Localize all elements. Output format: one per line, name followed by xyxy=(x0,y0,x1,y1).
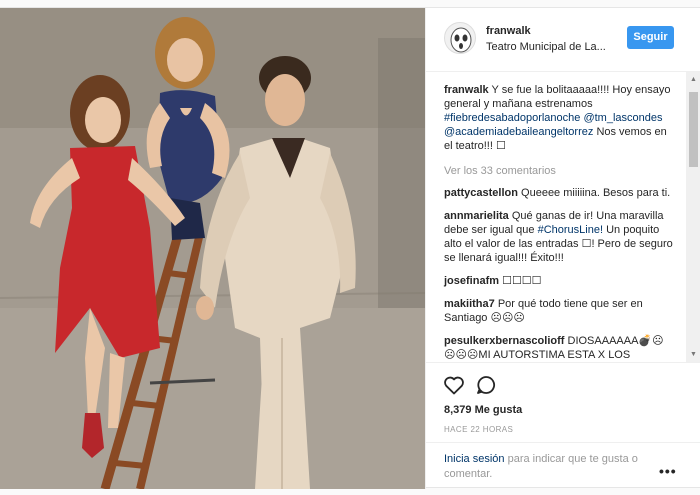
view-comments-link[interactable]: Ver los 33 comentarios xyxy=(444,165,688,177)
caption-mention-1[interactable]: @tm_lascondes xyxy=(583,112,662,124)
caption-username[interactable]: franwalk xyxy=(444,84,489,96)
comment-icon[interactable] xyxy=(474,373,498,397)
post-header: franwalk Teatro Municipal de La... Segui… xyxy=(426,8,700,72)
comment-username[interactable]: pesulkerxbernascolioff xyxy=(444,335,564,347)
heart-icon[interactable] xyxy=(442,373,466,397)
comment-username[interactable]: annmarielita xyxy=(444,210,509,222)
comment-username[interactable]: makiitha7 xyxy=(444,298,495,310)
follow-button[interactable]: Seguir xyxy=(627,26,674,49)
comment-hashtag[interactable]: #ChorusLine! xyxy=(538,224,603,236)
post-caption: franwalk Y se fue la bolitaaaaa!!!! Hoy … xyxy=(444,83,676,153)
comments-list: franwalk Y se fue la bolitaaaaa!!!! Hoy … xyxy=(426,72,688,362)
avatar[interactable] xyxy=(444,22,476,54)
post-timestamp[interactable]: HACE 22 HORAS xyxy=(444,425,513,434)
post-actions: 8,379 Me gusta HACE 22 HORAS xyxy=(426,362,700,442)
comment-username[interactable]: josefinafm xyxy=(444,275,499,287)
scroll-up-icon[interactable]: ▲ xyxy=(689,75,698,84)
photo-illustration xyxy=(0,8,425,489)
avatar-face-icon xyxy=(450,27,472,53)
login-prompt: Inicia sesión para indicar que te gusta … xyxy=(426,442,700,489)
comment-item: pattycastellon Queeee miiiiina. Besos pa… xyxy=(444,186,676,200)
login-link[interactable]: Inicia sesión xyxy=(444,453,505,465)
post-side-panel: franwalk Teatro Municipal de La... Segui… xyxy=(425,8,700,489)
scrollbar-thumb[interactable] xyxy=(689,92,698,167)
comment-item: josefinafm ☐☐☐☐ xyxy=(444,274,676,288)
caption-mention-2[interactable]: @academiadebaileangeltorrez xyxy=(444,126,593,138)
comment-text: Queeee miiiiina. Besos para ti. xyxy=(521,187,671,199)
location-link[interactable]: Teatro Municipal de La... xyxy=(486,41,611,53)
comment-username[interactable]: pattycastellon xyxy=(444,187,518,199)
comment-text: ☐☐☐☐ xyxy=(502,275,542,287)
post-photo[interactable] xyxy=(0,8,425,489)
comment-item: makiitha7 Por qué todo tiene que ser en … xyxy=(444,297,676,325)
scroll-down-icon[interactable]: ▼ xyxy=(689,350,698,359)
comment-item: pesulkerxbernascolioff DIOSAAAAAA💣☹ ☹☹☹M… xyxy=(444,334,676,362)
comment-item: annmarielita Qué ganas de ir! Una maravi… xyxy=(444,209,676,265)
caption-hashtag[interactable]: #fiebredesabadoporlanoche xyxy=(444,112,580,124)
login-text-block: Inicia sesión para indicar que te gusta … xyxy=(444,452,654,482)
comments-scrollbar[interactable]: ▲ ▼ xyxy=(686,72,700,362)
more-options-icon[interactable]: ••• xyxy=(659,463,677,479)
post-card: franwalk Teatro Municipal de La... Segui… xyxy=(0,7,700,489)
instagram-page: franwalk Teatro Municipal de La... Segui… xyxy=(0,0,700,495)
likes-count[interactable]: 8,379 Me gusta xyxy=(444,404,522,416)
header-username[interactable]: franwalk xyxy=(486,25,531,37)
